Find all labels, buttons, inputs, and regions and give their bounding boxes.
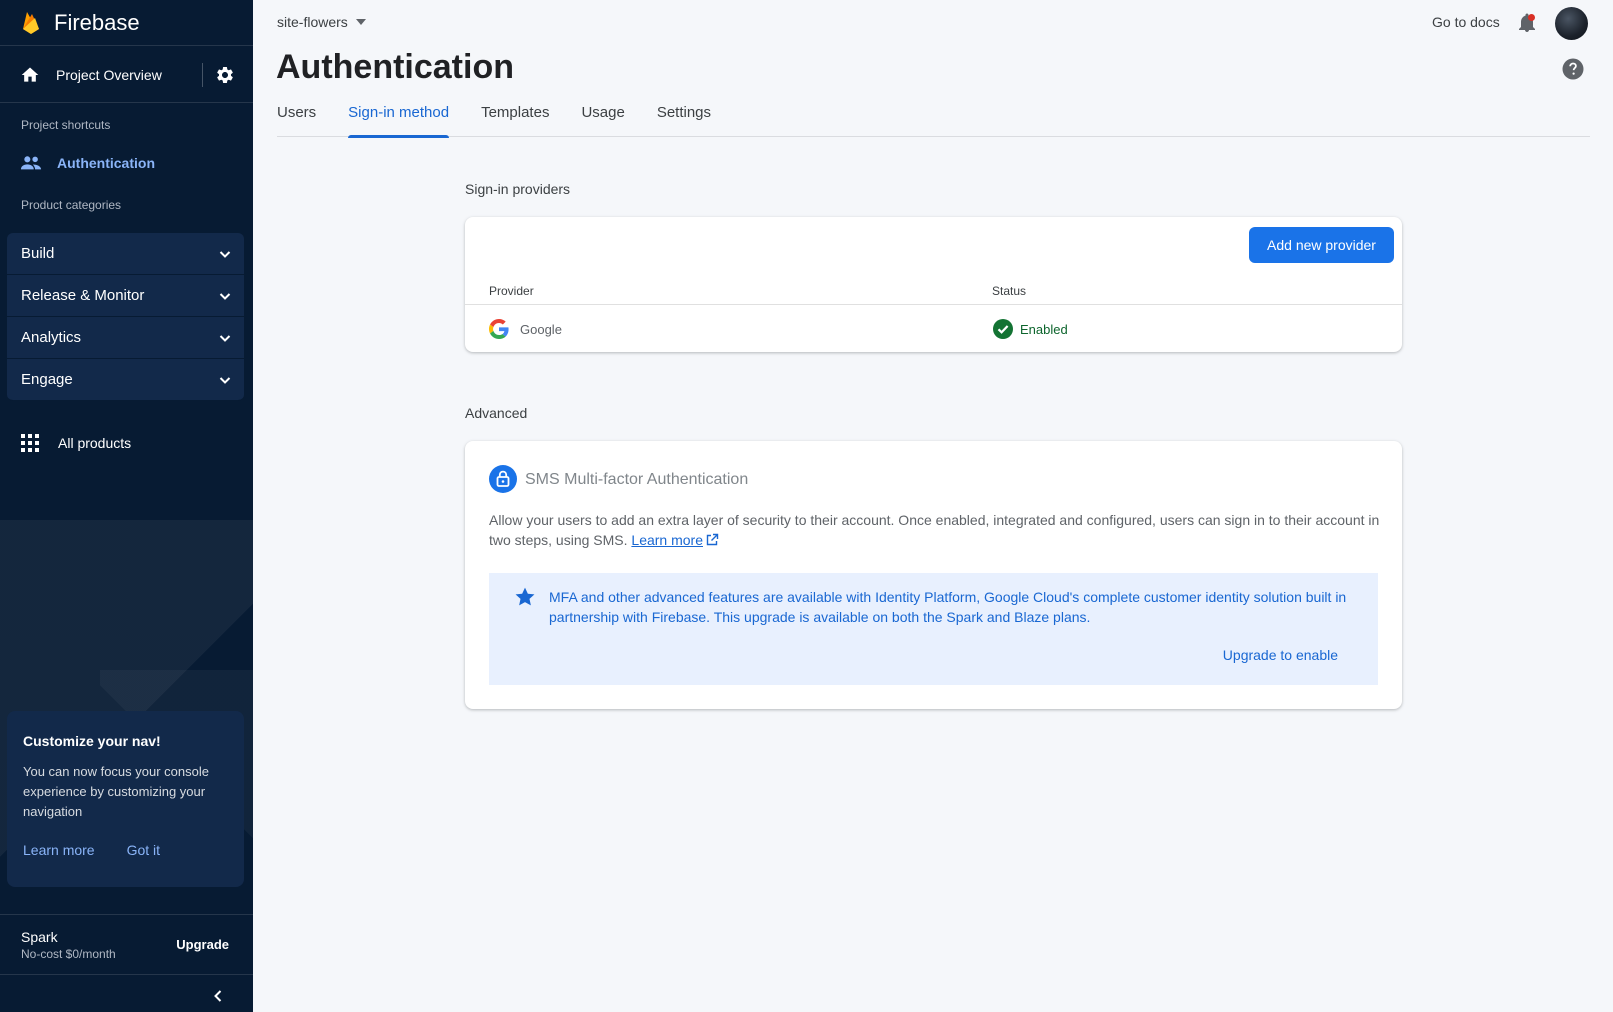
product-categories-label: Product categories <box>21 198 122 212</box>
mfa-title: SMS Multi-factor Authentication <box>525 471 749 488</box>
category-label: Analytics <box>21 329 82 346</box>
sms-mfa-card: SMS Multi-factor Authentication Allow yo… <box>465 441 1402 709</box>
people-icon <box>20 156 42 170</box>
user-avatar[interactable] <box>1555 7 1588 40</box>
apps-grid-icon <box>21 434 39 452</box>
mfa-learn-more-link[interactable]: Learn more <box>631 532 703 548</box>
project-selector[interactable]: site-flowers <box>277 14 366 30</box>
google-logo-icon <box>489 319 509 339</box>
home-icon <box>21 67 39 82</box>
auth-tabs: Users Sign-in method Templates Usage Set… <box>277 104 1590 138</box>
product-categories: Build Release & Monitor Analytics Engage <box>7 233 244 401</box>
column-header-provider: Provider <box>489 284 534 298</box>
tab-sign-in-method[interactable]: Sign-in method <box>348 104 449 138</box>
divider <box>202 62 203 87</box>
upgrade-to-enable-button[interactable]: Upgrade to enable <box>1223 647 1338 663</box>
customize-title: Customize your nav! <box>23 733 161 749</box>
open-in-new-icon <box>706 533 719 546</box>
providers-card: Add new provider Provider Status Google … <box>465 217 1402 352</box>
customize-body: You can now focus your console experienc… <box>23 764 209 819</box>
project-name: site-flowers <box>277 14 348 30</box>
category-release-monitor[interactable]: Release & Monitor <box>7 275 244 317</box>
brand-name: Firebase <box>54 9 140 35</box>
sign-in-providers-heading: Sign-in providers <box>465 181 571 197</box>
column-header-status: Status <box>992 284 1027 298</box>
customize-got-it-button[interactable]: Got it <box>127 842 160 858</box>
upgrade-button[interactable]: Upgrade <box>176 937 229 952</box>
caret-down-icon <box>355 19 366 25</box>
provider-status: Enabled <box>1020 322 1068 337</box>
category-build[interactable]: Build <box>7 233 244 275</box>
category-label: Engage <box>21 371 73 388</box>
chevron-down-icon <box>219 292 231 300</box>
tab-settings[interactable]: Settings <box>657 104 711 137</box>
project-shortcuts-label: Project shortcuts <box>21 118 111 132</box>
sidebar: Firebase Project Overview Project shortc… <box>0 0 253 1012</box>
tab-templates[interactable]: Templates <box>481 104 549 137</box>
plan-cost: No-cost $0/month <box>21 946 116 961</box>
category-analytics[interactable]: Analytics <box>7 317 244 359</box>
go-to-docs-link[interactable]: Go to docs <box>1432 14 1500 30</box>
advanced-heading: Advanced <box>465 405 528 421</box>
page-title: Authentication <box>276 48 514 86</box>
chevron-down-icon <box>219 376 231 384</box>
firebase-brand[interactable]: Firebase <box>0 0 253 46</box>
tab-usage[interactable]: Usage <box>581 104 624 137</box>
mfa-description-text: Allow your users to add an extra layer o… <box>489 512 1380 548</box>
check-circle-icon <box>993 319 1013 339</box>
identity-platform-promo: MFA and other advanced features are avai… <box>489 573 1378 685</box>
collapse-sidebar-chevron-left-icon[interactable] <box>210 988 226 1004</box>
help-icon[interactable] <box>1562 58 1584 80</box>
firebase-logo-icon <box>23 11 39 34</box>
customize-nav-card: Customize your nav! You can now focus yo… <box>7 711 244 887</box>
shortcut-label: Authentication <box>57 155 155 171</box>
category-label: Release & Monitor <box>21 287 145 304</box>
promo-text: MFA and other advanced features are avai… <box>549 589 1347 625</box>
plan-name: Spark <box>21 928 58 945</box>
all-products[interactable]: All products <box>0 428 253 458</box>
project-overview-label: Project Overview <box>56 66 162 83</box>
category-engage[interactable]: Engage <box>7 359 244 401</box>
providers-table-header: Provider Status <box>465 277 1402 305</box>
gear-icon[interactable] <box>215 65 235 85</box>
table-row[interactable]: Google Enabled <box>465 306 1402 352</box>
billing-plan: Spark No-cost $0/month Upgrade <box>0 914 253 975</box>
notifications-bell-icon[interactable] <box>1517 13 1537 33</box>
customize-learn-more-link[interactable]: Learn more <box>23 842 95 858</box>
mfa-description: Allow your users to add an extra layer o… <box>489 510 1384 550</box>
project-overview[interactable]: Project Overview <box>0 47 253 103</box>
add-new-provider-button[interactable]: Add new provider <box>1249 227 1394 263</box>
tab-users[interactable]: Users <box>277 104 316 137</box>
provider-name: Google <box>520 322 562 337</box>
chevron-down-icon <box>219 334 231 342</box>
star-icon <box>515 587 535 606</box>
all-products-label: All products <box>58 435 132 451</box>
category-label: Build <box>21 245 55 262</box>
shortcut-authentication[interactable]: Authentication <box>0 148 253 178</box>
chevron-down-icon <box>219 250 231 258</box>
lock-icon <box>489 465 517 493</box>
